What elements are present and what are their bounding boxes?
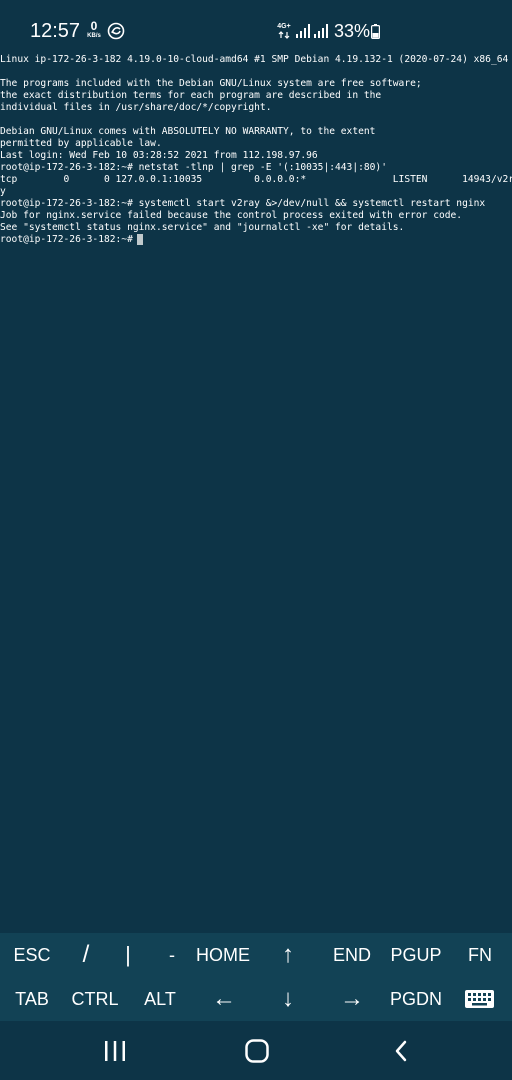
key-alt[interactable]: ALT bbox=[132, 977, 188, 1021]
signal-icon bbox=[314, 24, 328, 38]
terminal-output[interactable]: Linux ip-172-26-3-182 4.19.0-10-cloud-am… bbox=[0, 54, 512, 930]
terminal-prompt-line: root@ip-172-26-3-182:~# bbox=[0, 234, 139, 245]
battery-icon bbox=[371, 24, 380, 39]
terminal-line: Last login: Wed Feb 10 03:28:52 2021 fro… bbox=[0, 150, 318, 161]
back-icon[interactable] bbox=[394, 1040, 408, 1062]
net-speed-indicator: 0 KB/s bbox=[83, 20, 105, 40]
terminal-line: The programs included with the Debian GN… bbox=[0, 78, 422, 89]
key-down-arrow[interactable]: ↓ bbox=[266, 977, 310, 1021]
vpn-icon bbox=[107, 22, 125, 40]
terminal-cursor bbox=[137, 234, 143, 245]
key-end[interactable]: END bbox=[324, 933, 380, 977]
terminal-line: individual files in /usr/share/doc/*/cop… bbox=[0, 102, 272, 113]
key-slash[interactable]: / bbox=[64, 933, 108, 977]
terminal-line: Job for nginx.service failed because the… bbox=[0, 210, 463, 221]
net-speed-value: 0 bbox=[90, 19, 98, 33]
key-tab[interactable]: TAB bbox=[4, 977, 60, 1021]
keyboard-icon[interactable] bbox=[465, 990, 494, 1008]
terminal-line: root@ip-172-26-3-182:~# systemctl start … bbox=[0, 198, 486, 209]
terminal-line: y bbox=[0, 186, 6, 197]
home-icon[interactable] bbox=[245, 1039, 269, 1063]
key-ctrl[interactable]: CTRL bbox=[66, 977, 124, 1021]
net-speed-unit: KB/s bbox=[87, 33, 101, 39]
key-home[interactable]: HOME bbox=[192, 933, 254, 977]
navigation-bar bbox=[0, 1021, 512, 1080]
terminal-line: root@ip-172-26-3-182:~# netstat -tlnp | … bbox=[0, 162, 387, 173]
network-type-label: 4G+ bbox=[277, 23, 291, 30]
key-up-arrow[interactable]: ↑ bbox=[266, 933, 310, 977]
key-esc[interactable]: ESC bbox=[4, 933, 60, 977]
terminal-line: the exact distribution terms for each pr… bbox=[0, 90, 382, 101]
key-pipe[interactable]: | bbox=[106, 933, 150, 977]
data-activity-icon bbox=[278, 31, 290, 39]
key-minus[interactable]: - bbox=[150, 933, 194, 977]
recent-apps-icon[interactable] bbox=[104, 1041, 126, 1061]
signal-icon bbox=[296, 24, 310, 38]
status-time: 12:57 bbox=[30, 20, 81, 42]
key-pgup[interactable]: PGUP bbox=[386, 933, 446, 977]
terminal-line: tcp 0 0 127.0.0.1:10035 0.0.0.0:* LISTEN… bbox=[0, 174, 512, 185]
key-left-arrow[interactable]: ← bbox=[202, 977, 246, 1021]
terminal-line: Debian GNU/Linux comes with ABSOLUTELY N… bbox=[0, 126, 376, 137]
terminal-line: permitted by applicable law. bbox=[0, 138, 162, 149]
key-fn[interactable]: FN bbox=[454, 933, 506, 977]
battery-percent: 33% bbox=[334, 21, 371, 41]
key-pgdn[interactable]: PGDN bbox=[386, 977, 446, 1021]
terminal-line: See "systemctl status nginx.service" and… bbox=[0, 222, 405, 233]
extra-keys-bar: ESC / | - HOME ↑ END PGUP FN TAB CTRL AL… bbox=[0, 933, 512, 1021]
status-bar: 12:57 0 KB/s 4G+ 33% bbox=[0, 0, 512, 48]
terminal-line: Linux ip-172-26-3-182 4.19.0-10-cloud-am… bbox=[0, 54, 509, 65]
key-right-arrow[interactable]: → bbox=[330, 977, 374, 1021]
